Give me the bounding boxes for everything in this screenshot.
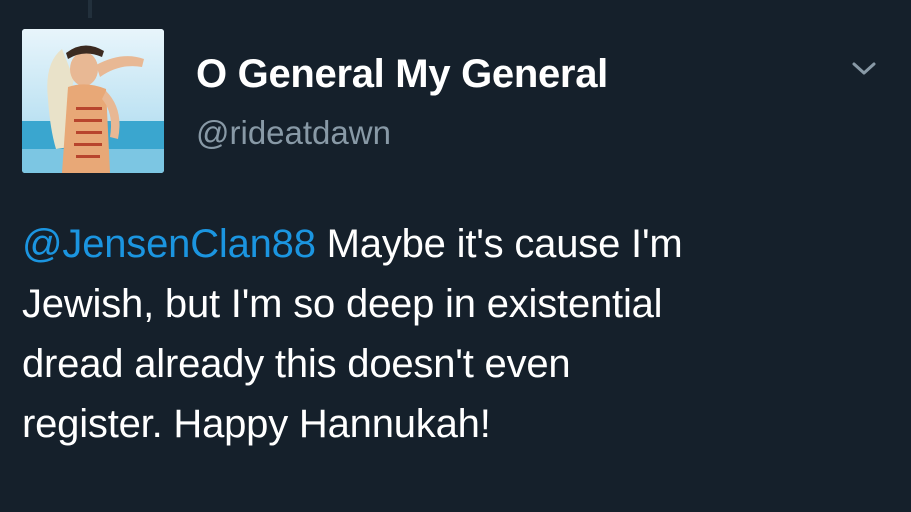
display-name[interactable]: O General My General: [196, 52, 608, 97]
tweet-text: @JensenClan88 Maybe it's cause I'm Jewis…: [22, 214, 902, 454]
tweet-card[interactable]: O General My General @rideatdawn @Jensen…: [0, 0, 911, 512]
thread-connector-line: [88, 0, 92, 18]
tweet-text-line-2: Jewish, but I'm so deep in existential: [22, 282, 663, 326]
tweet-text-line-1: @JensenClan88 Maybe it's cause I'm: [22, 214, 902, 274]
avatar-image: [22, 29, 164, 173]
chevron-down-icon[interactable]: [847, 56, 881, 80]
tweet-text-line-4: register. Happy Hannukah!: [22, 402, 491, 446]
user-handle[interactable]: @rideatdawn: [196, 114, 391, 152]
mention-link[interactable]: @JensenClan88: [22, 222, 316, 266]
avatar[interactable]: [22, 29, 164, 173]
tweet-text-line-3: dread already this doesn't even: [22, 342, 571, 386]
tweet-text-segment: Maybe it's cause I'm: [315, 222, 683, 266]
